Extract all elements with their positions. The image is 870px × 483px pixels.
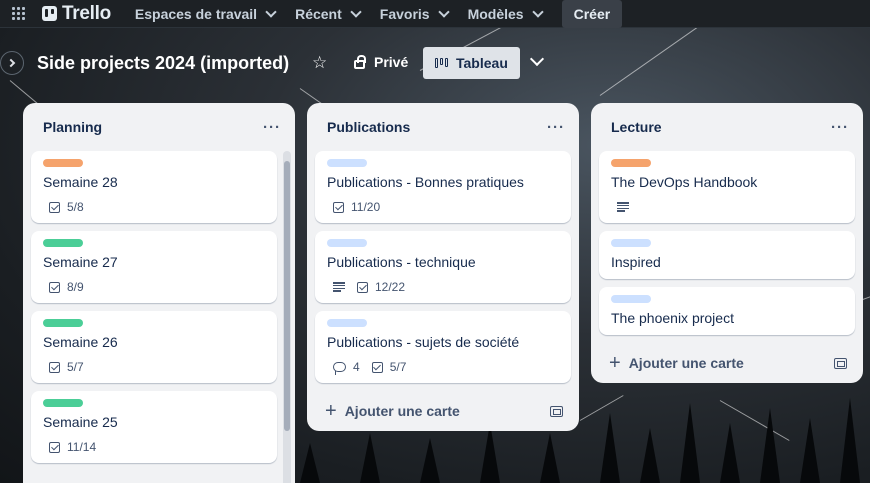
add-card-button[interactable]: + Ajouter une carte [307,391,579,431]
checklist-badge: 8/9 [49,280,84,294]
card[interactable]: Semaine 27 8/9 [31,231,277,303]
chevron-down-icon [531,5,544,18]
checklist-icon [333,201,344,213]
chevron-down-icon [350,5,362,18]
trello-logo[interactable]: Trello [42,3,111,25]
checklist-icon [357,281,368,293]
card-label[interactable] [327,319,367,327]
add-card-button[interactable]: + Ajouter une carte [591,343,863,383]
list-scrollbar-thumb[interactable] [284,161,290,431]
checklist-badge: 11/20 [333,200,380,214]
checklist-badge: 12/22 [357,280,405,294]
card-title: Publications - sujets de société [327,334,520,350]
visibility-button[interactable]: Privé [354,54,408,70]
app-switcher-icon[interactable] [12,6,26,21]
list-lecture: Lecture ··· The DevOps Handbook Inspired… [591,103,863,383]
board-title[interactable]: Side projects 2024 (imported) [37,53,289,74]
card[interactable]: Publications - Bonnes pratiques 11/20 [315,151,571,223]
description-icon [617,202,629,212]
card[interactable]: Inspired [599,231,855,279]
card[interactable]: Semaine 28 5/8 [31,151,277,223]
card-label[interactable] [327,239,367,247]
card-label[interactable] [611,159,651,167]
comments-badge: 4 [333,360,360,375]
board-view-button[interactable]: Tableau [423,47,520,79]
checklist-badge: 5/8 [49,200,84,214]
plus-icon: + [609,352,621,374]
checklist-badge: 5/7 [371,360,406,374]
star-icon[interactable]: ☆ [312,54,327,71]
checklist-badge: 5/7 [49,360,84,374]
top-navigation: Trello Espaces de travail Récent Favoris… [0,0,870,28]
card[interactable]: The phoenix project [599,287,855,335]
list-title[interactable]: Publications [327,119,410,135]
trello-logo-icon [42,6,57,21]
card-title: The DevOps Handbook [611,174,758,190]
card-label[interactable] [43,159,83,167]
card-label[interactable] [43,399,83,407]
card-label[interactable] [611,239,651,247]
card-title: Semaine 27 [43,254,118,270]
card[interactable]: Semaine 26 5/7 [31,311,277,383]
description-icon [333,282,345,292]
list-publications: Publications ··· Publications - Bonnes p… [307,103,579,431]
card-label[interactable] [327,159,367,167]
card[interactable]: The DevOps Handbook [599,151,855,223]
create-button[interactable]: Créer [561,0,623,28]
checklist-icon [49,201,60,213]
nav-starred-button[interactable]: Favoris [370,0,458,28]
checklist-icon [371,361,383,373]
card-title: The phoenix project [611,310,734,326]
card-title: Publications - Bonnes pratiques [327,174,524,190]
card-title: Inspired [611,254,661,270]
card-title: Semaine 25 [43,414,118,430]
card-label[interactable] [611,295,651,303]
nav-workspaces-button[interactable]: Espaces de travail [125,0,285,28]
comment-icon [333,362,346,375]
board-header: Side projects 2024 (imported) ☆ Privé Ta… [0,36,870,90]
card-template-icon[interactable] [834,357,847,369]
chevron-right-icon [6,58,16,68]
board-icon [435,58,448,68]
list-menu-icon[interactable]: ··· [547,119,565,136]
card-label[interactable] [43,319,83,327]
chevron-down-icon [437,5,450,18]
view-switcher-chevron-icon[interactable] [529,51,545,67]
list-planning: Planning ··· Semaine 28 5/8 Semaine 27 8… [23,103,295,483]
chevron-down-icon [265,5,277,18]
plus-icon: + [325,400,337,422]
list-title[interactable]: Lecture [611,119,662,135]
card-title: Semaine 26 [43,334,118,350]
card-title: Semaine 28 [43,174,118,190]
nav-templates-button[interactable]: Modèles [458,0,552,28]
lock-icon [354,54,366,69]
checklist-icon [49,281,60,293]
checklist-icon [49,441,60,453]
nav-menus: Espaces de travail Récent Favoris Modèle… [125,0,552,28]
card-title: Publications - technique [327,254,476,270]
checklist-icon [49,361,60,373]
list-menu-icon[interactable]: ··· [263,119,281,136]
expand-sidebar-button[interactable] [0,51,24,75]
card-template-icon[interactable] [550,405,563,417]
list-title[interactable]: Planning [43,119,102,135]
card[interactable]: Publications - sujets de société 4 5/7 [315,311,571,383]
card-label[interactable] [43,239,83,247]
nav-recent-button[interactable]: Récent [285,0,370,28]
card[interactable]: Publications - technique 12/22 [315,231,571,303]
checklist-badge: 11/14 [49,440,96,454]
card[interactable]: Semaine 25 11/14 [31,391,277,463]
list-menu-icon[interactable]: ··· [831,119,849,136]
